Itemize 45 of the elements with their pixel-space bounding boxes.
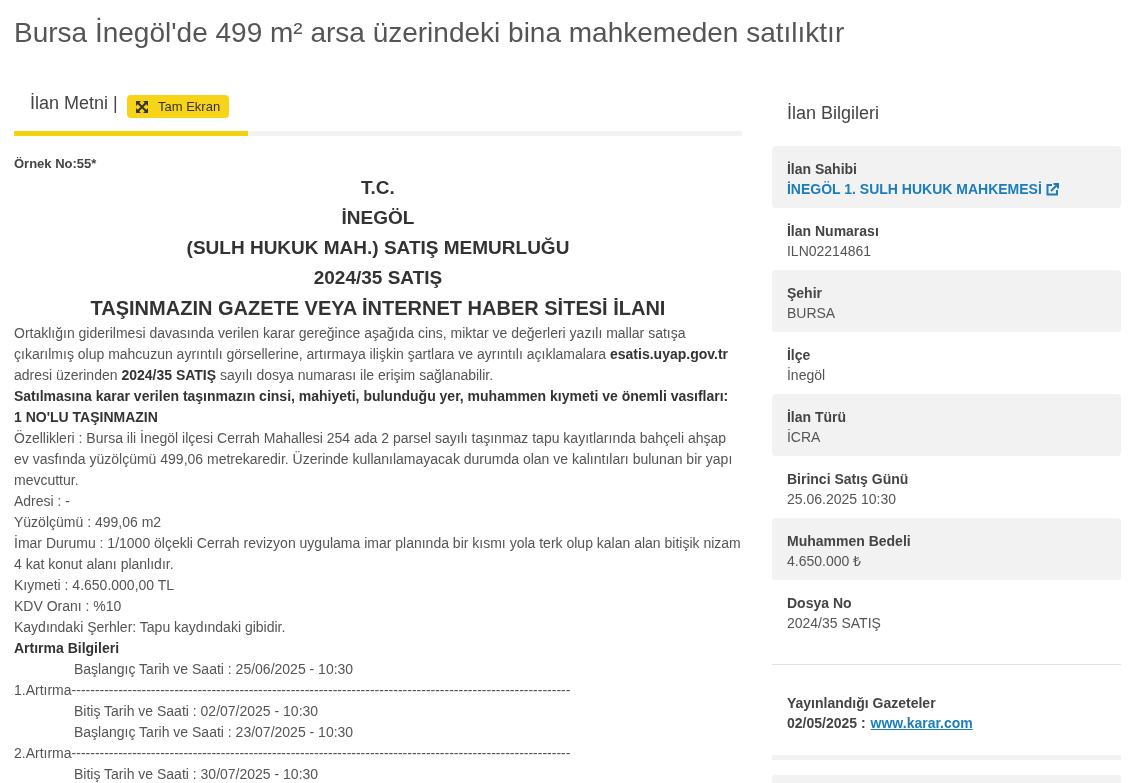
fullscreen-button[interactable]: Tam Ekran — [127, 95, 230, 118]
document-heading: T.C. — [361, 176, 395, 200]
end-date: Bitiş Tarih ve Saati : 30/07/2025 - 10:30 — [73, 765, 319, 783]
paragraph: Özellikleri : Bursa ili İnegöl ilçesi Cerrah Mahallesi 254 ada 2 parsel sayılı taşınmaz tapu kayıtlarında bahçeli ahşap ev vasfında yüzölçümü 499,06 metrekaredir. Üzerinde kullanılamayacak durumda olan ve kalıntıları bulunan bir yapı mevcuttur. — [14, 429, 734, 490]
start-date: Başlangıç Tarih ve Saati : 23/07/2025 - 10:30 — [73, 723, 354, 742]
section-heading: 1 NO'LU TAŞINMAZIN — [14, 408, 159, 427]
section-heading: Satılmasına karar verilen taşınmazın cinsi, mahiyeti, bulunduğu yer, muhammen kıymeti ve önemli vasıfları: — [14, 387, 730, 406]
field-value: İCRA — [786, 428, 821, 447]
paragraph: Yüzölçümü : 499,06 m2 — [14, 513, 163, 532]
field-label: İlan Türü — [786, 408, 847, 427]
field-value: İnegöl — [786, 366, 826, 385]
paragraph: İmar Durumu : 1/1000 ölçekli Cerrah revizyon uygulama imar planında bir kısmı yola terk olup kalan alan bitişik nizam 4 kat konut alanı planlıdır. — [14, 534, 742, 574]
field-label: Birinci Satış Günü — [786, 470, 909, 489]
section-heading: Artırma Bilgileri — [14, 639, 121, 658]
field-label: İlçe — [786, 346, 811, 365]
newspaper-link[interactable]: www.karar.com — [870, 713, 973, 734]
publish-date: 02/05/2025 : — [786, 714, 866, 733]
field-label: İlan Sahibi — [786, 160, 857, 179]
field-value: 4.650.000 ₺ — [786, 552, 862, 571]
round-label: 2.Artırma----------------------------------------------------------------------------------------------------------- — [14, 744, 571, 763]
paragraph: Adresi : - — [14, 492, 71, 511]
field-label: İlan Numarası — [786, 222, 879, 241]
newspapers-title: Yayınlandığı Gazeteler — [786, 694, 936, 713]
paragraph: Ortaklığın giderilmesi davasında verilen karar gereğince aşağıda cins, miktar ve değerleri yazılı mallar satışa çıkarılmış olup mahcuzun ayrıntılı görsellerine, artırmaya ilişkin şartlara ve ayrıntılı açıklamalara esatis.uyap.gov.tr adresi üzerinden 2024/35 SATIŞ sayılı dosya numarası ile erişim sağlanabilir. — [14, 324, 729, 385]
sample-number: Örnek No:55* — [14, 155, 97, 173]
round-label: 1.Artırma----------------------------------------------------------------------------------------------------------- — [14, 681, 571, 700]
paragraph: KDV Oranı : %10 — [14, 597, 123, 616]
end-date: Bitiş Tarih ve Saati : 02/07/2025 - 10:30 — [73, 702, 319, 721]
field-label: Şehir — [786, 284, 822, 303]
owner-link[interactable]: İNEGÖL 1. SULH HUKUK MAHKEMESİ — [786, 179, 1059, 200]
field-label: Dosya No — [786, 594, 852, 613]
paragraph: Kaydındaki Şerhler: Tapu kaydındaki gibidir. — [14, 618, 287, 637]
field-value: ILN02214861 — [786, 242, 872, 261]
document-heading: 2024/35 SATIŞ — [313, 266, 443, 290]
document-heading: (SULH HUKUK MAH.) SATIŞ MEMURLUĞU — [186, 236, 570, 260]
sidebar-title: İlan Bilgileri — [786, 102, 879, 125]
field-value: 25.06.2025 10:30 — [786, 490, 896, 509]
start-date: Başlangıç Tarih ve Saati : 25/06/2025 - 10:30 — [73, 660, 354, 679]
field-value: BURSA — [786, 304, 836, 323]
field-value: 2024/35 SATIŞ — [786, 614, 881, 633]
document-heading: İNEGÖL — [341, 206, 415, 230]
paragraph: Kıymeti : 4.650.000,00 TL — [14, 576, 176, 595]
page-title: Bursa İnegöl'de 499 m² arsa üzerindeki bina mahkemeden satılıktır — [14, 16, 845, 50]
field-label: Muhammen Bedeli — [786, 532, 911, 551]
document-heading: TAŞINMAZIN GAZETE VEYA İNTERNET HABER SİTESİ İLANI — [90, 296, 666, 321]
